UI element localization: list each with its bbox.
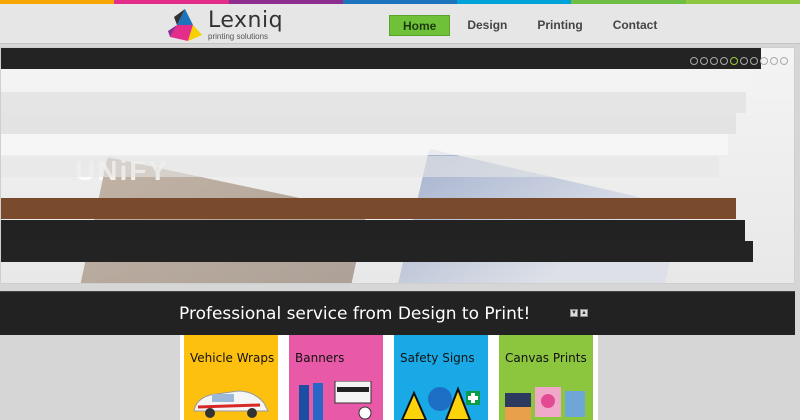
banners-image [299,381,372,420]
tile-label: Canvas Prints [505,351,587,365]
slide-stripe [1,241,753,262]
tile-canvas-prints[interactable]: Canvas Prints [499,335,593,420]
tile-label: Safety Signs [400,351,475,365]
hero-slider[interactable]: UNiFY [0,47,795,284]
nav-home[interactable]: Home [389,15,451,36]
slide-stripe [1,113,736,134]
tagline-band: Professional service from Design to Prin… [0,291,795,335]
nav-design[interactable]: Design [454,15,520,36]
nav-printing[interactable]: Printing [524,15,595,36]
main-nav: Home Design Printing Contact [389,15,674,36]
slide-stripe [1,156,719,177]
safety-signs-image [400,386,480,420]
slide-stripe [1,198,736,219]
slide-stripe [1,134,728,155]
tile-vehicle-wraps[interactable]: Vehicle Wraps [184,335,278,420]
site-header: Lexniq printing solutions Home Design Pr… [0,4,800,44]
slide-stripe [1,69,754,90]
slider-pagination [690,57,788,65]
slider-dot[interactable] [760,57,768,65]
banner-headline: Professional service from Design to Prin… [179,304,531,324]
slider-dot[interactable] [750,57,758,65]
slider-dot[interactable] [720,57,728,65]
slider-dot[interactable] [710,57,718,65]
banner-arrows: ▼ ▲ [570,309,588,317]
slide-stripe [1,220,745,241]
brand-name: Lexniq [208,7,284,33]
slider-dot[interactable] [690,57,698,65]
slider-dot[interactable] [700,57,708,65]
logo[interactable]: Lexniq printing solutions [166,7,283,43]
tile-label: Vehicle Wraps [190,351,275,365]
arrow-up-icon[interactable]: ▲ [580,309,588,317]
tile-banners[interactable]: Banners [289,335,383,420]
tile-label: Banners [295,351,345,365]
service-tiles: Vehicle Wraps Banners Safety Signs Canva… [180,335,598,420]
arrow-down-icon[interactable]: ▼ [570,309,578,317]
vehicle-wrap-image [193,390,269,418]
lexniq-logo-icon [168,9,202,41]
slide-stripe [1,92,746,113]
slider-dot[interactable] [730,57,738,65]
slider-dot[interactable] [770,57,778,65]
slider-dot[interactable] [740,57,748,65]
canvas-prints-image [505,387,585,420]
nav-contact[interactable]: Contact [600,15,671,36]
tile-safety-signs[interactable]: Safety Signs [394,335,488,420]
brand-tagline: printing solutions [208,31,269,41]
slider-dot[interactable] [780,57,788,65]
slide-stripe [1,48,761,69]
